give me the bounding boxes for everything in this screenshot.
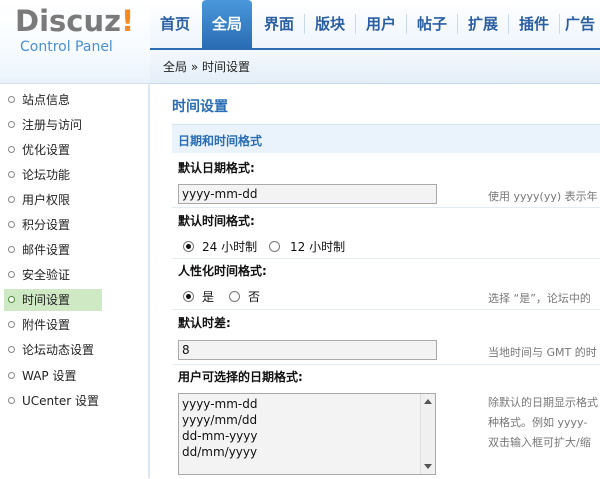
- sidebar-item-label: 积分设置: [22, 218, 71, 232]
- bullet-icon: [8, 121, 15, 128]
- logo-text: Discuz!: [15, 3, 134, 39]
- sidebar-item-label: 论坛功能: [22, 168, 71, 182]
- sidebar-item-attachments[interactable]: 附件设置: [4, 314, 144, 336]
- sidebar-item-wap[interactable]: WAP 设置: [4, 365, 144, 387]
- radio-12h-label: 12 小时制: [290, 240, 346, 254]
- date-format-label: 默认日期格式:: [178, 161, 255, 175]
- sidebar-item-label: 用户权限: [22, 193, 71, 207]
- bullet-icon: [8, 271, 15, 278]
- sidebar-item-register[interactable]: 注册与访问: [4, 114, 144, 136]
- humanize-help: 选择 “是”，论坛中的: [488, 292, 591, 305]
- bullet-icon: [8, 397, 15, 404]
- bullet-icon: [8, 321, 15, 328]
- logo-part-2: !: [121, 4, 135, 38]
- nav-plugins[interactable]: 插件: [509, 0, 559, 48]
- bullet-icon: [8, 346, 15, 353]
- nav-forums[interactable]: 版块: [305, 0, 355, 48]
- bullet-icon: [8, 171, 15, 178]
- sidebar-item-label: 注册与访问: [22, 118, 83, 132]
- breadcrumb: 全局 » 时间设置: [163, 60, 250, 74]
- divider: [172, 207, 600, 208]
- sidebar-item-label: UCenter 设置: [22, 394, 99, 408]
- top-nav: 首页 全局 界面 版块 用户 帖子 扩展 插件 广告: [150, 0, 600, 50]
- scroll-up-icon[interactable]: [424, 399, 432, 404]
- bullet-icon: [8, 146, 15, 153]
- timezone-input[interactable]: [178, 340, 437, 360]
- sidebar-item-forum-features[interactable]: 论坛功能: [4, 164, 144, 186]
- sidebar-item-site-info[interactable]: 站点信息: [4, 89, 144, 111]
- user-formats-help-1: 除默认的日期显示格式: [488, 396, 598, 409]
- nav-users[interactable]: 用户: [356, 0, 406, 48]
- page-title: 时间设置: [172, 99, 228, 115]
- sidebar: 站点信息 注册与访问 优化设置 论坛功能 用户权限 积分设置 邮件设置 安全验证…: [0, 83, 148, 479]
- timezone-help: 当地时间与 GMT 的时: [488, 346, 597, 359]
- textarea-scrollbar[interactable]: [420, 394, 435, 474]
- logo-part-1: Discuz: [15, 4, 121, 38]
- section-header: 日期和时间格式: [172, 124, 600, 153]
- sidebar-item-label: 时间设置: [22, 293, 71, 307]
- divider: [172, 364, 600, 365]
- sidebar-item-label: 安全验证: [22, 268, 71, 282]
- sidebar-item-security[interactable]: 安全验证: [4, 264, 144, 286]
- nav-interface[interactable]: 界面: [254, 0, 304, 48]
- sidebar-item-mail[interactable]: 邮件设置: [4, 239, 144, 261]
- header: Discuz! Control Panel 首页 全局 界面 版块 用户 帖子 …: [0, 0, 600, 84]
- section-title: 日期和时间格式: [178, 134, 263, 148]
- bullet-icon: [8, 96, 15, 103]
- humanize-label: 人性化时间格式:: [178, 264, 267, 278]
- sidebar-item-credits[interactable]: 积分设置: [4, 214, 144, 236]
- sidebar-item-label: 邮件设置: [22, 243, 71, 257]
- logo[interactable]: Discuz! Control Panel: [0, 0, 150, 83]
- bullet-icon: [8, 372, 15, 379]
- sidebar-item-label: 优化设置: [22, 143, 71, 157]
- sidebar-item-label: 附件设置: [22, 318, 71, 332]
- date-format-help: 使用 yyyy(yy) 表示年: [488, 190, 598, 203]
- nav-home[interactable]: 首页: [150, 0, 200, 48]
- textarea-line: yyyy/mm/dd: [182, 413, 258, 427]
- divider: [172, 258, 600, 259]
- sidebar-item-time-settings[interactable]: 时间设置: [4, 289, 102, 311]
- nav-extensions[interactable]: 扩展: [458, 0, 508, 48]
- radio-24h[interactable]: [183, 241, 194, 252]
- radio-humanize-yes-label: 是: [202, 290, 215, 304]
- radio-humanize-yes[interactable]: [183, 291, 194, 302]
- timezone-label: 默认时差:: [178, 316, 231, 330]
- divider: [172, 309, 600, 310]
- nav-posts[interactable]: 帖子: [407, 0, 457, 48]
- radio-24h-label: 24 小时制: [202, 240, 258, 254]
- main-content: 时间设置 日期和时间格式 默认日期格式: 使用 yyyy(yy) 表示年 默认时…: [150, 84, 600, 478]
- user-formats-textarea[interactable]: yyyy-mm-dd yyyy/mm/dd dd-mm-yyyy dd/mm/y…: [178, 393, 436, 475]
- radio-12h[interactable]: [269, 241, 280, 252]
- sidebar-item-label: 站点信息: [22, 93, 71, 107]
- textarea-line: yyyy-mm-dd: [182, 397, 258, 411]
- sidebar-item-permissions[interactable]: 用户权限: [4, 189, 144, 211]
- scroll-down-icon[interactable]: [424, 464, 432, 469]
- textarea-line: dd/mm/yyyy: [182, 445, 258, 459]
- radio-humanize-no[interactable]: [229, 291, 240, 302]
- user-formats-help-2: 种格式。例如 yyyy-: [488, 416, 588, 429]
- sidebar-item-label: 论坛动态设置: [22, 343, 95, 357]
- date-format-input[interactable]: [178, 184, 437, 204]
- sidebar-item-ucenter[interactable]: UCenter 设置: [4, 390, 144, 412]
- logo-subtitle: Control Panel: [20, 39, 113, 55]
- user-formats-label: 用户可选择的日期格式:: [178, 370, 303, 384]
- sidebar-item-forum-feed[interactable]: 论坛动态设置: [4, 339, 144, 361]
- sidebar-item-label: WAP 设置: [22, 369, 77, 383]
- user-formats-help-3: 双击输入框可扩大/缩: [488, 436, 591, 449]
- bullet-icon: [8, 246, 15, 253]
- radio-humanize-no-label: 否: [248, 290, 261, 304]
- bullet-icon: [8, 296, 15, 303]
- nav-ads[interactable]: 广告: [560, 0, 600, 48]
- bullet-icon: [8, 221, 15, 228]
- textarea-line: dd-mm-yyyy: [182, 429, 258, 443]
- nav-global[interactable]: 全局: [202, 0, 252, 48]
- breadcrumb-bar: 全局 » 时间设置: [150, 50, 600, 84]
- time-format-label: 默认时间格式:: [178, 214, 255, 228]
- bullet-icon: [8, 196, 15, 203]
- sidebar-item-optimize[interactable]: 优化设置: [4, 139, 144, 161]
